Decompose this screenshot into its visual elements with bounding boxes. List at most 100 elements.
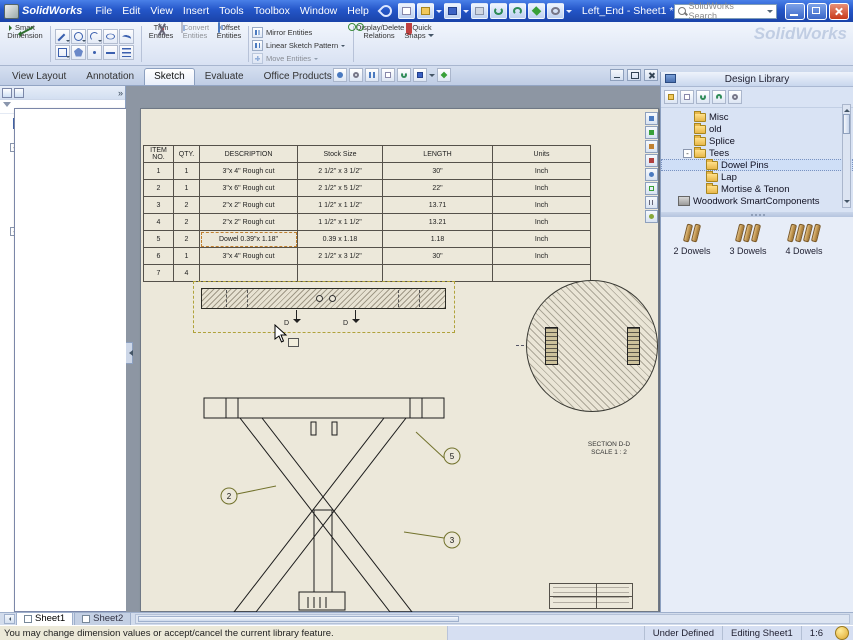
print-icon[interactable] [471,3,488,19]
new-document-icon[interactable] [398,3,415,19]
scroll-up-icon[interactable] [844,106,850,112]
bom-row[interactable]: 52Dowel 0.39"x 1.18"0.39 x 1.181.18Inch [144,231,591,248]
library-options-icon[interactable] [728,90,742,104]
bom-row[interactable]: 113"x 4" Rough cut2 1/2" x 3 1/2"30"Inch [144,163,591,180]
bom-row[interactable]: 422"x 2" Rough cut1 1/2" x 1 1/2"13.21In… [144,214,591,231]
up-level-icon[interactable] [696,90,710,104]
sketch-line-icon[interactable] [55,29,70,44]
bom-table[interactable]: ITEM NO. QTY. DESCRIPTION Stock Size LEN… [143,145,591,282]
quick-snaps-dropdown-icon[interactable] [428,34,434,40]
linear-pattern-dropdown-icon[interactable] [341,45,345,49]
trim-entities-button[interactable]: Trim Entities [144,23,178,65]
tab-annotation[interactable]: Annotation [76,68,144,85]
detail-view-icon[interactable] [645,168,658,181]
bom-cell-editing[interactable]: Dowel 0.39"x 1.18" [200,231,298,248]
horizontal-scrollbar[interactable] [135,614,850,624]
doc-close-button[interactable] [644,69,658,81]
panel-collapse-handle[interactable] [126,342,133,364]
sketch-text-icon[interactable] [119,45,134,60]
menu-insert[interactable]: Insert [178,4,214,18]
zoom-in-out-icon[interactable] [365,68,379,82]
sketch-spline-icon[interactable] [119,29,134,44]
library-tree-scrollbar[interactable] [842,104,851,208]
sketch-rectangle-icon[interactable] [55,45,70,60]
model-view-icon[interactable] [645,112,658,125]
tab-office-products[interactable]: Office Products [254,68,342,85]
convert-entities-button[interactable]: Convert Entities [178,23,212,65]
tree-expander[interactable]: - [683,149,692,158]
redo-icon[interactable] [509,3,526,19]
design-library-header[interactable]: Design Library [661,72,853,87]
bom-row[interactable]: 74 [144,265,591,282]
top-view-beam[interactable] [201,288,446,309]
offset-entities-button[interactable]: Offset Entities [212,23,246,65]
tab-view-layout[interactable]: View Layout [2,68,76,85]
featuremanager-tab-icon[interactable] [2,88,12,98]
sheet-tab-sheet2[interactable]: Sheet2 [74,613,131,626]
move-entities-dropdown-icon[interactable] [314,58,318,62]
options-icon[interactable] [547,3,564,19]
menu-view[interactable]: View [145,4,178,18]
menu-tools[interactable]: Tools [214,4,249,18]
front-view-trestle[interactable]: 2 5 3 [196,392,466,612]
library-folder[interactable]: Splice [661,135,853,147]
sketch-arc-icon[interactable] [87,29,102,44]
sketch-polygon-icon[interactable] [71,45,86,60]
auxiliary-view-icon[interactable] [645,140,658,153]
minimize-button[interactable] [785,3,805,20]
graphics-area[interactable]: ITEM NO. QTY. DESCRIPTION Stock Size LEN… [126,86,660,612]
pan-icon[interactable] [381,68,395,82]
rebuild-icon[interactable] [528,3,545,19]
open-dropdown-icon[interactable] [436,10,442,16]
rotate-view-icon[interactable] [397,68,411,82]
sketch-circle-icon[interactable] [71,29,86,44]
refresh-icon[interactable] [712,90,726,104]
zoom-area-icon[interactable] [349,68,363,82]
panel-overflow-icon[interactable]: » [118,88,123,98]
view-dropdown-icon[interactable] [429,74,435,80]
sketch-point-icon[interactable] [87,45,102,60]
mirror-entities-button[interactable]: Mirror Entities [251,26,351,39]
maximize-button[interactable] [807,3,827,20]
zoom-fit-icon[interactable] [333,68,347,82]
tree-item[interactable]: -Sheet2 [0,225,125,237]
options-dropdown-icon[interactable] [566,10,572,16]
annotation-tool-icon[interactable] [645,210,658,223]
sheet-nav-icon[interactable] [4,614,15,624]
sheet-tab-sheet1[interactable]: Sheet1 [16,613,73,626]
doc-minimize-button[interactable] [610,69,624,81]
tab-sketch[interactable]: Sketch [144,68,195,85]
library-folder[interactable]: -Tees [661,147,853,159]
broken-view-icon[interactable] [645,196,658,209]
projected-view-icon[interactable] [645,126,658,139]
add-file-location-icon[interactable] [680,90,694,104]
sketch-ellipse-icon[interactable] [103,29,118,44]
quick-tips-icon[interactable] [835,626,849,640]
library-folder[interactable]: Mortise & Tenon [661,183,853,195]
menu-file[interactable]: File [90,4,117,18]
move-entities-button[interactable]: Move Entities [251,52,351,65]
library-folder-selected[interactable]: Dowel Pins [661,159,853,171]
doc-restore-button[interactable] [627,69,641,81]
propertymanager-tab-icon[interactable] [14,88,24,98]
bom-row[interactable]: 213"x 6" Rough cut2 1/2" x 5 1/2"22"Inch [144,180,591,197]
section-view-icon[interactable] [645,154,658,167]
quick-snaps-button[interactable]: Quick Snaps [402,23,436,65]
linear-sketch-pattern-button[interactable]: Linear Sketch Pattern [251,39,351,52]
tab-evaluate[interactable]: Evaluate [195,68,254,85]
crop-view-icon[interactable] [645,182,658,195]
sketch-centerline-icon[interactable] [103,45,118,60]
open-icon[interactable] [417,3,434,19]
smart-dimension-button[interactable]: Smart Dimension [2,23,48,65]
display-style-icon[interactable] [413,68,427,82]
search-dropdown-icon[interactable] [767,10,773,16]
pin-menubar-icon[interactable] [377,3,394,20]
library-folder[interactable]: Misc [661,111,853,123]
display-delete-relations-button[interactable]: Display/Delete Relations [356,23,402,65]
undo-icon[interactable] [490,3,507,19]
add-to-library-icon[interactable] [664,90,678,104]
scroll-down-icon[interactable] [844,200,850,206]
library-item[interactable]: 4 Dowels [779,222,829,256]
menu-window[interactable]: Window [295,4,342,18]
library-item[interactable]: 2 Dowels [667,222,717,256]
